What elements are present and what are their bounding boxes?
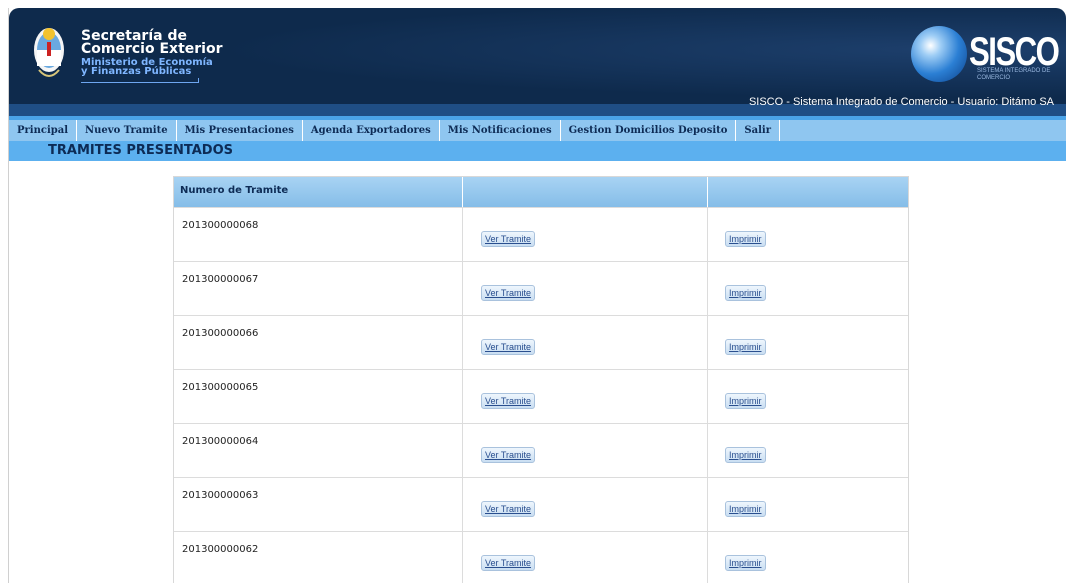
secretaria-line-2: Comercio Exterior [81,41,223,57]
tramite-number: 201300000066 [174,316,463,369]
view-cell: Ver Tramite [463,532,708,583]
page-title: TRAMITES PRESENTADOS [48,143,234,158]
table-row: 201300000064 Ver Tramite Imprimir [174,423,908,477]
ver-tramite-button[interactable]: Ver Tramite [481,393,536,409]
nav-item-mis-presentaciones[interactable]: Mis Presentaciones [177,120,303,141]
user-info: SISCO - Sistema Integrado de Comercio - … [748,96,1054,108]
sisco-subtitle: SISTEMA INTEGRADO DE COMERCIO [977,68,1051,81]
print-cell: Imprimir [708,316,908,369]
view-cell: Ver Tramite [463,370,708,423]
main-nav: Principal Nuevo Tramite Mis Presentaciones… [9,116,1066,141]
table-row: 201300000063 Ver Tramite Imprimir [174,477,908,531]
imprimir-button[interactable]: Imprimir [725,339,766,355]
imprimir-button[interactable]: Imprimir [725,447,766,463]
print-cell: Imprimir [708,424,908,477]
nav-item-nuevo-tramite[interactable]: Nuevo Tramite [77,120,177,141]
tramite-number: 201300000068 [174,208,463,261]
print-cell: Imprimir [708,208,908,261]
ver-tramite-button[interactable]: Ver Tramite [481,231,536,247]
view-cell: Ver Tramite [463,316,708,369]
ver-tramite-button[interactable]: Ver Tramite [481,447,536,463]
print-cell: Imprimir [708,478,908,531]
tramites-table: Numero de Tramite 201300000068 Ver Tramit… [173,176,909,583]
imprimir-button[interactable]: Imprimir [725,501,766,517]
imprimir-button[interactable]: Imprimir [725,285,766,301]
title-underline [81,78,199,83]
table-row: 201300000062 Ver Tramite Imprimir [174,531,908,583]
table-row: 201300000068 Ver Tramite Imprimir [174,207,908,261]
nav-item-principal[interactable]: Principal [9,120,78,141]
ver-tramite-button[interactable]: Ver Tramite [481,339,536,355]
ministerio-title: Ministerio de Economía y Finanzas Públic… [81,58,213,77]
view-cell: Ver Tramite [463,424,708,477]
tramite-number: 201300000065 [174,370,463,423]
nav-item-salir[interactable]: Salir [736,120,780,141]
imprimir-button[interactable]: Imprimir [725,231,766,247]
header-banner: Secretaría de Comercio Exterior Minister… [9,8,1066,116]
header-col-3 [708,177,908,207]
nav-item-mis-notificaciones[interactable]: Mis Notificaciones [440,120,561,141]
ministerio-line-2: y Finanzas Públicas [81,66,192,77]
table-row: 201300000067 Ver Tramite Imprimir [174,261,908,315]
app-frame: Secretaría de Comercio Exterior Minister… [8,8,1066,583]
view-cell: Ver Tramite [463,262,708,315]
table-row: 201300000065 Ver Tramite Imprimir [174,369,908,423]
imprimir-button[interactable]: Imprimir [725,393,766,409]
nav-item-agenda-exportadores[interactable]: Agenda Exportadores [303,120,440,141]
tramite-number: 201300000062 [174,532,463,583]
secretaria-title: Secretaría de Comercio Exterior [81,29,223,57]
header-numero: Numero de Tramite [174,177,463,207]
table-row: 201300000066 Ver Tramite Imprimir [174,315,908,369]
imprimir-button[interactable]: Imprimir [725,555,766,571]
print-cell: Imprimir [708,370,908,423]
page-title-bar: TRAMITES PRESENTADOS [9,141,1066,161]
tramite-number: 201300000064 [174,424,463,477]
header-col-2 [463,177,708,207]
tramite-number: 201300000067 [174,262,463,315]
nav-item-gestion-domicilios-deposito[interactable]: Gestion Domicilios Deposito [561,120,737,141]
print-cell: Imprimir [708,262,908,315]
print-cell: Imprimir [708,532,908,583]
ver-tramite-button[interactable]: Ver Tramite [481,501,536,517]
tramite-number: 201300000063 [174,478,463,531]
ver-tramite-button[interactable]: Ver Tramite [481,285,536,301]
globe-icon [911,26,967,82]
table-header: Numero de Tramite [174,177,908,207]
table-body: 201300000068 Ver Tramite Imprimir 201300000… [174,207,908,583]
argentina-seal-icon [34,28,64,77]
view-cell: Ver Tramite [463,478,708,531]
ver-tramite-button[interactable]: Ver Tramite [481,555,536,571]
view-cell: Ver Tramite [463,208,708,261]
